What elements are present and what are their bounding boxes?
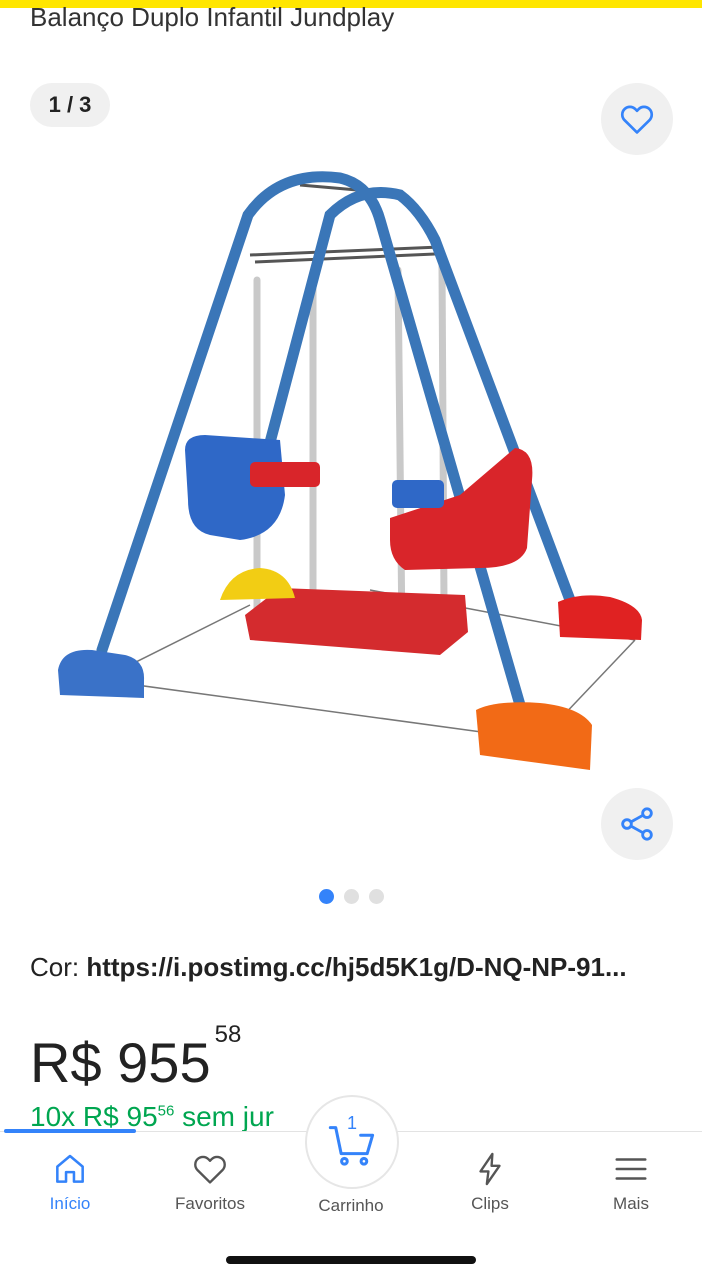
image-counter: 1 / 3 (30, 83, 110, 127)
nav-label: Favoritos (175, 1194, 245, 1213)
variant-selector[interactable]: Cor: https://i.postimg.cc/hj5d5K1g/D-NQ-… (30, 952, 627, 983)
installments-suffix: sem jur (174, 1101, 274, 1132)
heart-icon (194, 1155, 226, 1184)
nav-item-clips[interactable]: Clips (420, 1150, 560, 1214)
pagination-dot[interactable] (368, 889, 384, 904)
home-icon (56, 1154, 84, 1183)
favorite-button[interactable] (601, 83, 673, 155)
installments-prefix: 10x R$ 95 (30, 1101, 158, 1132)
nav-item-favoritos[interactable]: Favoritos (140, 1150, 280, 1214)
price: R$ 955 58 (30, 1021, 241, 1095)
share-button[interactable] (601, 788, 673, 860)
installments-cents: 56 (157, 1102, 175, 1120)
nav-item-inicio[interactable]: Início (0, 1150, 140, 1214)
pagination-dot[interactable] (343, 889, 359, 904)
variant-value: https://i.postimg.cc/hj5d5K1g/D-NQ-NP-91… (86, 952, 627, 982)
gallery-pagination (0, 889, 702, 904)
nav-item-carrinho[interactable]: 1 (305, 1095, 399, 1189)
nav-item-mais[interactable]: Mais (561, 1150, 701, 1214)
menu-icon (615, 1158, 647, 1180)
variant-label: Cor: (30, 952, 80, 982)
home-indicator (226, 1256, 476, 1264)
active-tab-indicator (4, 1129, 136, 1133)
lightning-icon (479, 1152, 501, 1186)
price-amount: 955 (117, 1031, 211, 1094)
pagination-dot[interactable] (318, 889, 334, 904)
cart-count-badge: 1 (346, 1113, 357, 1133)
price-cents: 58 (214, 1021, 242, 1049)
price-currency: R$ (30, 1031, 102, 1094)
nav-label: Mais (613, 1194, 649, 1213)
product-title: Balanço Duplo Infantil Jundplay (30, 2, 395, 32)
nav-label: Clips (471, 1194, 509, 1213)
nav-label-carrinho: Carrinho (318, 1196, 384, 1215)
product-image[interactable] (40, 150, 660, 800)
heart-outline-icon (620, 105, 654, 134)
share-icon (621, 807, 653, 841)
nav-label: Início (49, 1194, 91, 1213)
